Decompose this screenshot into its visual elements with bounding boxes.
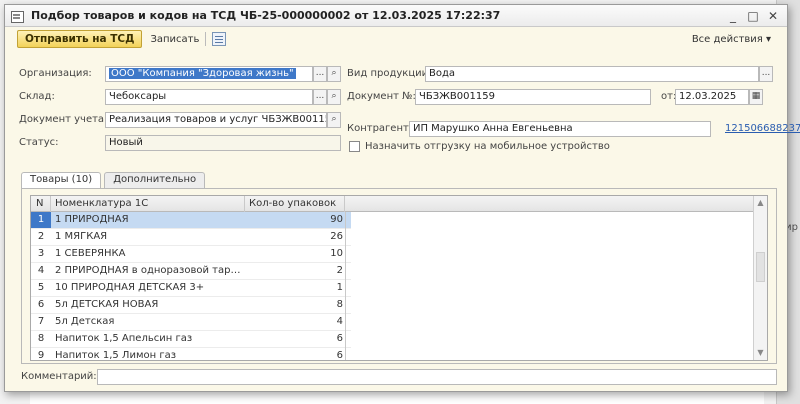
maximize-button[interactable]: □ [745, 9, 761, 23]
table-row[interactable]: 6 5л ДЕТСКАЯ НОВАЯ 8 [31, 297, 351, 314]
mobile-assign-label: Назначить отгрузку на мобильное устройст… [365, 141, 610, 152]
document-icon [11, 10, 25, 23]
table-row[interactable]: 8 Напиток 1,5 Апельсин газ 6 [31, 331, 351, 348]
row-quantity: 6 [336, 333, 343, 344]
row-quantity: 4 [336, 316, 343, 327]
column-header-qty[interactable]: Кол-во упаковок [245, 196, 345, 212]
doc-no-field[interactable]: ЧБЗЖВ001159 [415, 89, 651, 105]
org-search-icon[interactable]: ⌕ [327, 66, 341, 82]
warehouse-field[interactable]: Чебоксары [105, 89, 313, 105]
row-number: 8 [37, 333, 45, 344]
row-quantity: 8 [336, 299, 343, 310]
scroll-thumb[interactable] [756, 252, 765, 282]
table-row[interactable]: 1 1 ПРИРОДНАЯ 90 [31, 212, 351, 229]
row-number: 2 [37, 231, 45, 242]
warehouse-select-button[interactable]: ... [313, 89, 327, 105]
row-quantity: 6 [336, 350, 343, 361]
titlebar: Подбор товаров и кодов на ТСД ЧБ-25-0000… [5, 5, 787, 27]
row-quantity: 1 [336, 282, 343, 293]
row-number: 3 [37, 248, 45, 259]
org-select-button[interactable]: ... [313, 66, 327, 82]
row-name: 10 ПРИРОДНАЯ ДЕТСКАЯ 3+ [55, 282, 205, 293]
toolbar-separator [205, 32, 207, 46]
table-scrollbar[interactable]: ▲ ▼ [753, 196, 767, 360]
inn-link[interactable]: 121506688237 [725, 123, 800, 134]
save-button[interactable]: Записать [150, 34, 199, 45]
minimize-button[interactable]: _ [725, 9, 741, 23]
row-quantity: 2 [336, 265, 343, 276]
row-name: Напиток 1,5 Лимон газ [55, 350, 177, 361]
background-table-strip [30, 390, 764, 404]
row-name: 1 СЕВЕРЯНКА [55, 248, 126, 259]
doc-account-field[interactable]: Реализация товаров и услуг ЧБЗЖВ001159 о… [105, 112, 327, 128]
column-header-n[interactable]: N [31, 196, 51, 212]
table-row[interactable]: 4 2 ПРИРОДНАЯ в одноразовой таре... 2 [31, 263, 351, 280]
product-type-field[interactable]: Вода [425, 66, 759, 82]
row-name: 5л ДЕТСКАЯ НОВАЯ [55, 299, 159, 310]
counterparty-field[interactable]: ИП Марушко Анна Евгеньевна [409, 121, 711, 137]
tab-goods[interactable]: Товары (10) [21, 172, 102, 188]
row-name: 1 МЯГКАЯ [55, 231, 108, 242]
organization-value: ООО "Компания "Здоровая жизнь" [109, 68, 296, 79]
org-label: Организация: [19, 68, 92, 79]
row-name: 1 ПРИРОДНАЯ [55, 214, 129, 225]
mobile-assign-checkbox[interactable] [349, 141, 360, 152]
row-name: 2 ПРИРОДНАЯ в одноразовой таре... [55, 265, 245, 276]
comment-field[interactable] [97, 369, 777, 385]
row-name: 5л Детская [55, 316, 115, 327]
table-row[interactable]: 3 1 СЕВЕРЯНКА 10 [31, 246, 351, 263]
send-to-tsd-button[interactable]: Отправить на ТСД [17, 30, 143, 48]
status-label: Статус: [19, 137, 59, 148]
row-quantity: 10 [330, 248, 343, 259]
product-type-label: Вид продукции: [347, 68, 432, 79]
scroll-up-icon[interactable]: ▲ [754, 196, 767, 210]
warehouse-label: Склад: [19, 91, 55, 102]
date-field[interactable]: 12.03.2025 [675, 89, 749, 105]
row-number: 5 [37, 282, 45, 293]
table-row[interactable]: 9 Напиток 1,5 Лимон газ 6 [31, 348, 351, 361]
structure-icon[interactable] [212, 32, 227, 46]
warehouse-search-icon[interactable]: ⌕ [327, 89, 341, 105]
all-actions-menu[interactable]: Все действия ▾ [692, 34, 771, 45]
row-number: 4 [37, 265, 45, 276]
row-number: 6 [37, 299, 45, 310]
row-number: 9 [37, 350, 45, 361]
calendar-icon[interactable]: ▦ [749, 89, 763, 105]
tab-additional[interactable]: Дополнительно [104, 172, 206, 188]
selection-dialog: Подбор товаров и кодов на ТСД ЧБ-25-0000… [4, 4, 800, 392]
table-row[interactable]: 7 5л Детская 4 [31, 314, 351, 331]
doc-no-label: Документ №: [347, 91, 416, 102]
comment-label: Комментарий: [21, 371, 97, 382]
window-title: Подбор товаров и кодов на ТСД ЧБ-25-0000… [31, 9, 501, 22]
column-header-name[interactable]: Номенклатура 1С [51, 196, 245, 212]
row-name: Напиток 1,5 Апельсин газ [55, 333, 193, 344]
table-row[interactable]: 2 1 МЯГКАЯ 26 [31, 229, 351, 246]
row-quantity: 26 [330, 231, 343, 242]
toolbar: Отправить на ТСД Записать Все действия ▾ [5, 27, 787, 51]
column-divider [345, 212, 346, 360]
scroll-down-icon[interactable]: ▼ [754, 346, 767, 360]
product-type-select-button[interactable]: ... [759, 66, 773, 82]
row-number: 7 [37, 316, 45, 327]
table-row[interactable]: 5 10 ПРИРОДНАЯ ДЕТСКАЯ 3+ 1 [31, 280, 351, 297]
organization-field[interactable]: ООО "Компания "Здоровая жизнь" [105, 66, 313, 82]
goods-table: N Номенклатура 1С Кол-во упаковок 1 1 ПРИ… [30, 195, 768, 361]
status-field: Новый [105, 135, 341, 151]
doc-account-label: Документ учета: [19, 114, 108, 125]
row-quantity: 90 [330, 214, 343, 225]
table-header: N Номенклатура 1С Кол-во упаковок [31, 196, 767, 212]
goods-panel: N Номенклатура 1С Кол-во упаковок 1 1 ПРИ… [21, 188, 777, 364]
counterparty-label: Контрагент: [347, 123, 413, 134]
row-number: 1 [31, 212, 51, 228]
tab-strip: Товары (10) Дополнительно [21, 172, 208, 188]
close-button[interactable]: ✕ [765, 9, 781, 23]
doc-account-search-icon[interactable]: ⌕ [327, 112, 341, 128]
